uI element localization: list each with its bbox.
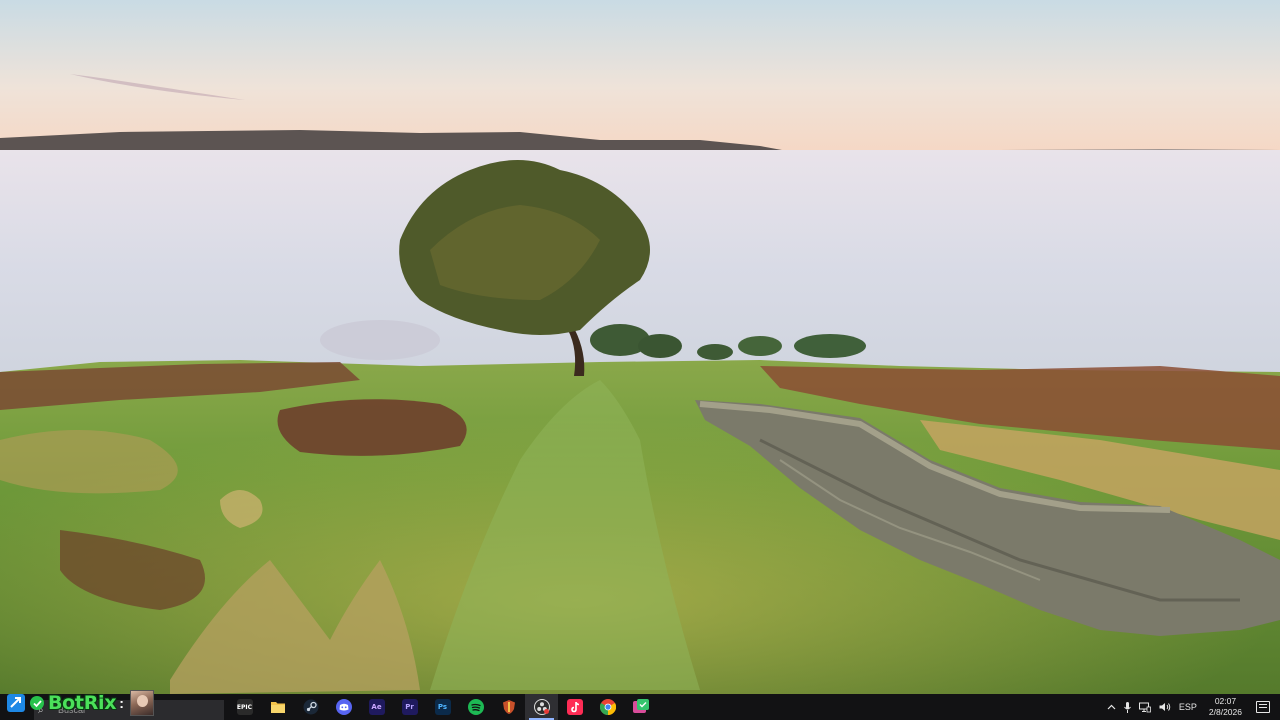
bot-name: BotRix	[48, 692, 117, 714]
system-tray: ESP 02:07 2/8/2026	[1103, 694, 1280, 720]
clock-time: 02:07	[1214, 696, 1237, 706]
after-effects-icon: Ae	[368, 699, 385, 715]
steam-icon	[303, 699, 318, 715]
clock-date: 2/8/2026	[1208, 707, 1242, 717]
taskbar-app-epic-games[interactable]: EPIC	[228, 694, 261, 720]
taskbar-app-obs-studio[interactable]	[525, 694, 558, 720]
shield-icon	[502, 700, 515, 714]
bot-overlay: BotRix :	[0, 686, 224, 720]
app-launcher-icon	[7, 694, 25, 712]
taskbar-app-photoshop[interactable]: Ps	[426, 694, 459, 720]
photoshop-icon: Ps	[434, 699, 451, 715]
taskbar-app-spotify[interactable]	[459, 694, 492, 720]
taskbar-app-chrome[interactable]	[591, 694, 624, 720]
taskbar-apps: EPIC Ae Pr Ps	[228, 694, 657, 720]
clock[interactable]: 02:07 2/8/2026	[1209, 696, 1242, 718]
microphone-icon[interactable]	[1123, 701, 1131, 713]
obs-icon	[533, 699, 550, 715]
taskbar-app-steam[interactable]	[294, 694, 327, 720]
network-icon[interactable]	[1138, 702, 1151, 713]
start-button[interactable]	[5, 692, 27, 714]
landscape-image	[0, 0, 1280, 694]
taskbar-app-tiktok[interactable]	[558, 694, 591, 720]
desktop-wallpaper	[0, 0, 1280, 694]
taskbar-app-premiere-pro[interactable]: Pr	[393, 694, 426, 720]
chrome-icon	[599, 699, 616, 715]
more-icon[interactable]: :	[119, 695, 124, 711]
taskbar-app-green[interactable]	[624, 694, 657, 720]
language-indicator[interactable]: ESP	[1179, 702, 1197, 712]
tiktok-icon	[566, 699, 583, 715]
app-window-icon	[632, 699, 649, 713]
discord-icon	[335, 699, 352, 715]
taskbar-app-discord[interactable]	[327, 694, 360, 720]
volume-icon[interactable]	[1159, 702, 1171, 712]
premiere-pro-icon: Pr	[401, 699, 418, 715]
taskbar-app-file-explorer[interactable]	[261, 694, 294, 720]
taskbar-app-after-effects[interactable]: Ae	[360, 694, 393, 720]
verified-icon	[30, 696, 44, 710]
taskbar-app-shield[interactable]	[492, 694, 525, 720]
spotify-icon	[467, 699, 484, 715]
avatar[interactable]	[129, 690, 154, 716]
chevron-up-icon[interactable]	[1107, 704, 1116, 710]
notification-icon[interactable]	[1256, 701, 1270, 713]
folder-icon	[270, 702, 285, 713]
epic-games-icon: EPIC	[236, 699, 253, 715]
